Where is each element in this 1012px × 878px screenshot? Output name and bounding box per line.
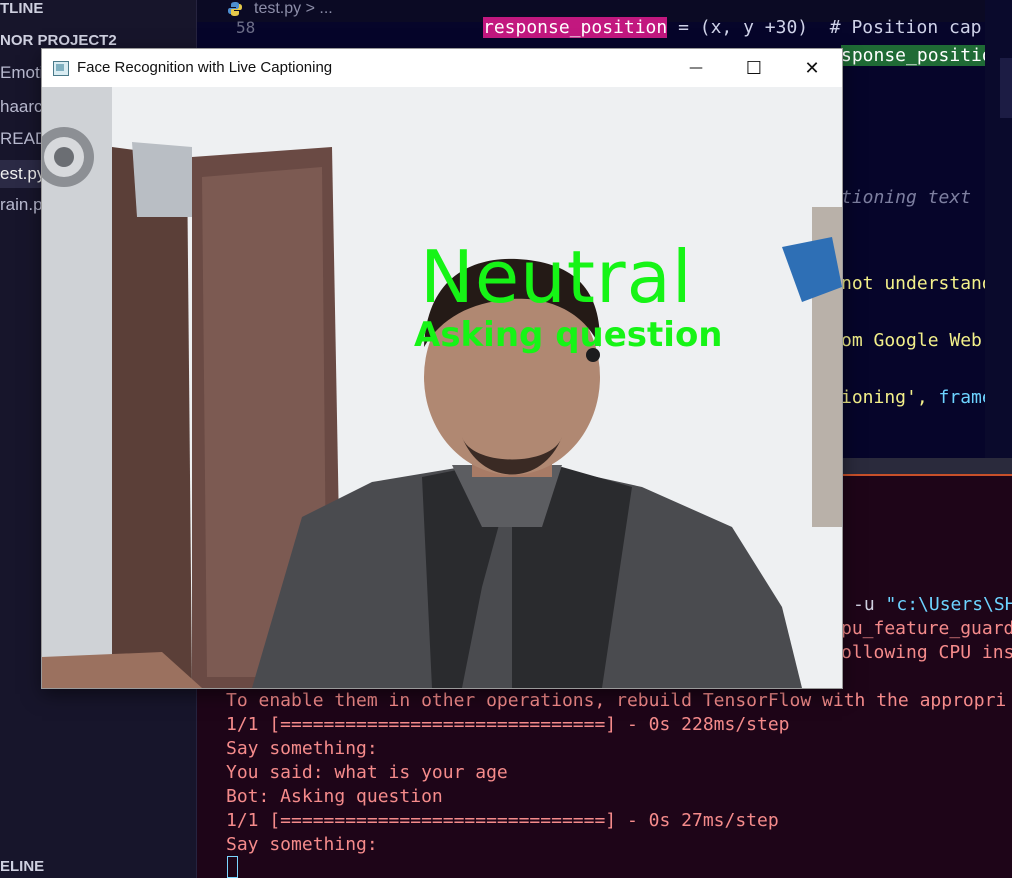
code-fragment-response-position: sponse_position (841, 45, 1004, 66)
emotion-caption: Neutral (420, 235, 693, 319)
terminal-warning-line-2: ollowing CPU ins (841, 642, 1012, 663)
webcam-frame-image (42, 87, 842, 688)
maximize-button[interactable]: ☐ (726, 49, 782, 87)
window-title: Face Recognition with Live Captioning (77, 59, 333, 76)
terminal-run-flag: -u (853, 594, 886, 615)
camera-feed: Neutral Asking question (42, 87, 842, 688)
window-titlebar[interactable]: Face Recognition with Live Captioning — … (42, 49, 842, 87)
terminal-line: 1/1 [==============================] - 0… (226, 714, 790, 735)
terminal-run-path: "c:\Users\SH (885, 594, 1012, 615)
code-comment-fragment: tioning text (841, 187, 972, 208)
bot-response-caption: Asking question (414, 315, 723, 355)
terminal-cursor (227, 856, 238, 878)
breadcrumb-file-label: test.py (254, 0, 302, 17)
code-line-58-rest: = (x, y +30) # Position cap (667, 17, 982, 38)
terminal-line: You said: what is your age (226, 762, 508, 783)
file-item-readme[interactable]: READ (0, 129, 47, 149)
highlighted-identifier: response_position (483, 17, 668, 38)
app-window-icon (53, 61, 69, 76)
minimize-button[interactable]: — (668, 49, 724, 87)
file-item-emotion[interactable]: Emoti (0, 63, 43, 83)
terminal-warning-line-1: pu_feature_guard (841, 618, 1012, 639)
code-string-fragment-2: om Google Web S (841, 330, 1004, 351)
breadcrumb-more: > ... (305, 0, 333, 17)
face-recognition-window[interactable]: Face Recognition with Live Captioning — … (42, 49, 842, 688)
terminal-line: 1/1 [==============================] - 0… (226, 810, 779, 831)
editor-scrollbar[interactable] (1000, 58, 1012, 118)
project-section-header[interactable]: NOR PROJECT2 (0, 32, 117, 49)
file-item-train-py[interactable]: rain.p (0, 195, 43, 215)
code-fragment-imshow: ioning', frame) (841, 387, 1004, 408)
code-string-fragment-1: not understand (841, 273, 993, 294)
breadcrumb-file[interactable]: test.py > ... (254, 0, 333, 18)
terminal-run-command: -u "c:\Users\SH (853, 594, 1012, 615)
outline-section-header[interactable]: TLINE (0, 0, 43, 17)
code-string-fragment-3: ioning', (841, 387, 939, 408)
terminal-line: To enable them in other operations, rebu… (226, 690, 1007, 711)
line-number: 58 (236, 18, 256, 37)
terminal-line: Say something: (226, 834, 378, 855)
terminal-line: Say something: (226, 738, 378, 759)
code-line-58: response_position = (x, y +30) # Positio… (483, 17, 982, 38)
python-file-icon (228, 2, 242, 16)
terminal-line: Bot: Asking question (226, 786, 443, 807)
close-button[interactable]: ✕ (784, 49, 840, 87)
code-fragment-highlight: sponse_position (841, 45, 1004, 66)
timeline-section-header[interactable]: ELINE (0, 858, 44, 875)
